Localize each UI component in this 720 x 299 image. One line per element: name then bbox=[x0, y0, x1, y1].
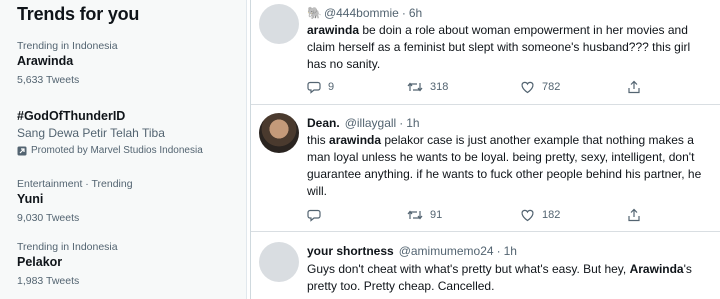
trends-title: Trends for you bbox=[17, 4, 140, 24]
like-button[interactable]: 182 bbox=[520, 208, 560, 222]
reply-button[interactable] bbox=[307, 208, 328, 222]
trend-name: Pelakor bbox=[17, 255, 63, 269]
reply-button[interactable]: 9 bbox=[307, 80, 334, 94]
tweet-header: your shortness @amimumemo24 · 1h bbox=[307, 244, 517, 258]
retweet-count: 318 bbox=[430, 81, 449, 93]
tweet-highlight: Arawinda bbox=[629, 262, 684, 276]
tweet-highlight: arawinda bbox=[329, 133, 382, 147]
promoted-text: Promoted by Marvel Studios Indonesia bbox=[31, 145, 203, 156]
avatar[interactable] bbox=[259, 4, 299, 44]
tweet-feed: 🐘 @444bommie · 6h arawinda be doin a rol… bbox=[250, 0, 720, 299]
trend-count: 5,633 Tweets bbox=[17, 74, 80, 86]
tweet-display-name[interactable]: your shortness bbox=[307, 244, 394, 258]
retweet-icon bbox=[407, 82, 423, 92]
avatar[interactable] bbox=[259, 113, 299, 153]
reply-icon bbox=[307, 209, 321, 222]
reply-icon bbox=[307, 81, 321, 94]
tweet-text-rest: be doin a role about woman empowerment i… bbox=[307, 23, 691, 71]
share-icon bbox=[628, 80, 640, 94]
tweet-handle[interactable]: @illaygall bbox=[345, 116, 397, 130]
separator-dot: · bbox=[401, 6, 406, 20]
tweet-handle[interactable]: @444bommie bbox=[324, 6, 399, 20]
tweet-actions: 9 318 782 bbox=[307, 80, 707, 96]
reply-count: 9 bbox=[328, 81, 335, 93]
trend-meta: Trending in Indonesia bbox=[17, 40, 118, 52]
tweet-header: 🐘 @444bommie · 6h bbox=[307, 6, 422, 20]
avatar[interactable] bbox=[259, 242, 299, 282]
share-button[interactable] bbox=[627, 80, 648, 94]
trends-panel: Trends for you Trending in Indonesia Ara… bbox=[0, 0, 247, 299]
like-button[interactable]: 782 bbox=[520, 80, 560, 94]
tweet-handle[interactable]: @amimumemo24 bbox=[399, 244, 494, 258]
tweet-time[interactable]: 1h bbox=[504, 244, 517, 258]
separator-dot: · bbox=[399, 116, 404, 130]
share-icon bbox=[628, 208, 640, 222]
retweet-button[interactable]: 318 bbox=[407, 80, 448, 94]
tweet-time[interactable]: 1h bbox=[406, 116, 419, 130]
tweet-2[interactable]: Dean. @illaygall · 1h this arawinda pela… bbox=[251, 105, 720, 230]
trend-name: #GodOfThunderID bbox=[17, 109, 126, 123]
heart-icon bbox=[521, 209, 534, 222]
like-count: 182 bbox=[542, 209, 561, 221]
tweet-1[interactable]: 🐘 @444bommie · 6h arawinda be doin a rol… bbox=[251, 0, 720, 104]
tweet-text-start: this bbox=[307, 133, 330, 147]
share-button[interactable] bbox=[627, 208, 648, 222]
retweet-count: 91 bbox=[430, 209, 443, 221]
tweet-text: this arawinda pelakor case is just anoth… bbox=[307, 132, 712, 200]
tweet-highlight: arawinda bbox=[307, 23, 360, 37]
trend-name: Yuni bbox=[17, 192, 44, 206]
trend-count: 1,983 Tweets bbox=[17, 275, 80, 287]
trend-subtitle: Sang Dewa Petir Telah Tiba bbox=[17, 126, 165, 140]
tweet-text-start: Guys don't cheat with what's pretty but … bbox=[307, 262, 630, 276]
retweet-icon bbox=[407, 210, 423, 220]
promoted-label: Promoted by Marvel Studios Indonesia bbox=[17, 144, 242, 157]
separator-dot: · bbox=[496, 244, 501, 258]
tweet-time[interactable]: 6h bbox=[409, 6, 422, 20]
tweet-3[interactable]: your shortness @amimumemo24 · 1h Guys do… bbox=[251, 232, 720, 299]
trend-meta: Trending in Indonesia bbox=[17, 241, 118, 253]
trend-count: 9,030 Tweets bbox=[17, 212, 80, 224]
tweet-display-name[interactable]: Dean. bbox=[307, 116, 340, 130]
trend-item-pelakor[interactable]: Trending in Indonesia Pelakor 1,983 Twee… bbox=[17, 241, 242, 288]
tweet-text: Guys don't cheat with what's pretty but … bbox=[307, 261, 712, 295]
trend-item-arawinda[interactable]: Trending in Indonesia Arawinda 5,633 Twe… bbox=[17, 40, 242, 87]
promoted-icon bbox=[17, 146, 27, 155]
tweet-text: arawinda be doin a role about woman empo… bbox=[307, 22, 712, 73]
heart-icon bbox=[521, 81, 534, 94]
like-count: 782 bbox=[542, 81, 561, 93]
trend-name: Arawinda bbox=[17, 54, 74, 68]
trend-meta: Entertainment · Trending bbox=[17, 178, 133, 190]
trend-item-promoted[interactable]: #GodOfThunderID Sang Dewa Petir Telah Ti… bbox=[17, 108, 242, 157]
retweet-button[interactable]: 91 bbox=[407, 208, 442, 222]
trend-item-yuni[interactable]: Entertainment · Trending Yuni 9,030 Twee… bbox=[17, 178, 242, 225]
tweet-header: Dean. @illaygall · 1h bbox=[307, 116, 420, 130]
tweet-actions: 91 182 bbox=[307, 208, 707, 224]
elephant-icon: 🐘 bbox=[307, 6, 322, 20]
